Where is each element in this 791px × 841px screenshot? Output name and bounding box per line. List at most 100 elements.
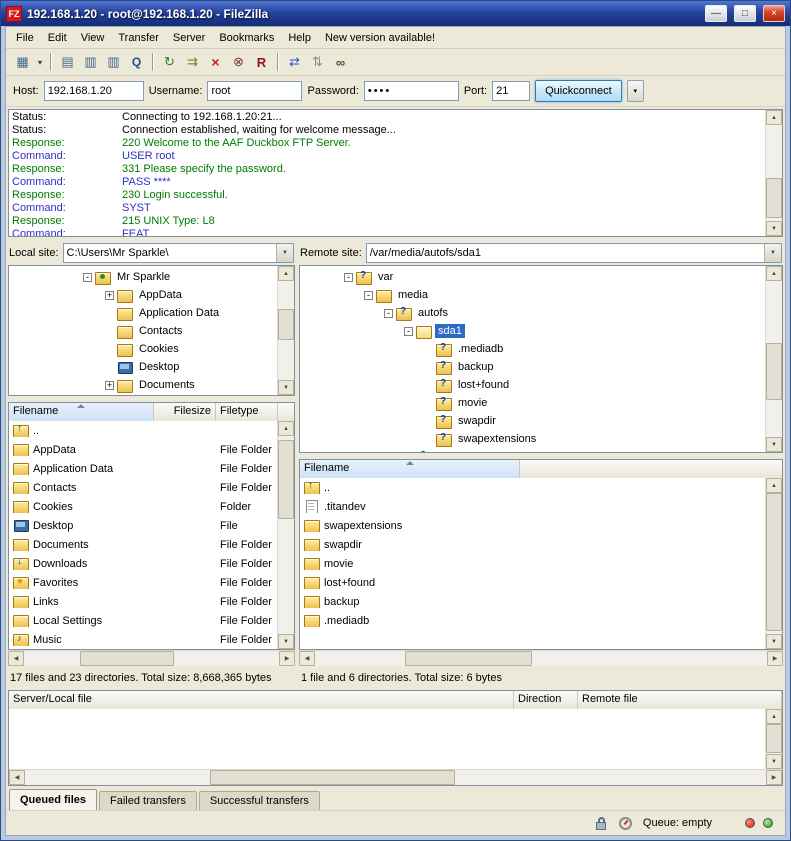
tree-item[interactable]: dvd: [300, 448, 782, 453]
queue-toggle-icon[interactable]: Q: [125, 51, 148, 73]
file-row[interactable]: CookiesFolder: [9, 497, 294, 516]
port-input[interactable]: [492, 81, 530, 101]
queue-scrollbar[interactable]: ▲ ▼: [765, 709, 782, 769]
file-row[interactable]: MusicFile Folder: [9, 630, 294, 649]
scroll-thumb[interactable]: [405, 651, 532, 666]
password-input[interactable]: [364, 81, 459, 101]
file-row[interactable]: DownloadsFile Folder: [9, 554, 294, 573]
site-manager-icon[interactable]: ▦: [11, 51, 34, 73]
scroll-down-icon[interactable]: ▼: [278, 380, 294, 395]
quickconnect-button[interactable]: Quickconnect: [535, 80, 622, 102]
message-log-toggle-icon[interactable]: ▤: [56, 51, 79, 73]
scroll-thumb[interactable]: [766, 493, 782, 631]
column-header-direction[interactable]: Direction: [514, 691, 578, 709]
synchronized-browsing-icon[interactable]: ⇅: [306, 51, 329, 73]
menu-server[interactable]: Server: [166, 29, 212, 47]
remote-tree-toggle-icon[interactable]: ▥: [102, 51, 125, 73]
directory-comparison-icon[interactable]: ⇄: [283, 51, 306, 73]
file-row[interactable]: Local SettingsFile Folder: [9, 611, 294, 630]
scroll-right-icon[interactable]: ▶: [766, 770, 782, 785]
scroll-right-icon[interactable]: ▶: [279, 651, 295, 666]
local-site-combo[interactable]: C:\Users\Mr Sparkle\ ▼: [63, 243, 294, 263]
file-row[interactable]: movie: [300, 554, 782, 573]
scroll-up-icon[interactable]: ▲: [766, 709, 782, 724]
expander-icon[interactable]: -: [364, 291, 373, 300]
column-header-filesize[interactable]: Filesize: [154, 403, 216, 421]
column-header-server-local-file[interactable]: Server/Local file: [9, 691, 514, 709]
file-row[interactable]: ContactsFile Folder: [9, 478, 294, 497]
expander-icon[interactable]: +: [105, 291, 114, 300]
log-scrollbar[interactable]: ▲ ▼: [765, 110, 782, 236]
expander-icon[interactable]: -: [83, 273, 92, 282]
process-queue-icon[interactable]: ⇉: [181, 51, 204, 73]
scroll-down-icon[interactable]: ▼: [766, 221, 782, 236]
scroll-down-icon[interactable]: ▼: [766, 634, 782, 649]
scroll-up-icon[interactable]: ▲: [278, 421, 294, 436]
host-input[interactable]: [44, 81, 144, 101]
tree-item[interactable]: swapdir: [300, 412, 782, 430]
username-input[interactable]: [207, 81, 302, 101]
scroll-right-icon[interactable]: ▶: [767, 651, 783, 666]
tab-failed-transfers[interactable]: Failed transfers: [99, 791, 197, 810]
scroll-track[interactable]: [278, 436, 294, 634]
tree-item[interactable]: lost+found: [300, 376, 782, 394]
column-header-remote-file[interactable]: Remote file: [578, 691, 782, 709]
tree-item[interactable]: movie: [300, 394, 782, 412]
scroll-thumb[interactable]: [766, 724, 782, 753]
remote-list-scrollbar[interactable]: ▲ ▼: [765, 478, 782, 649]
menu-help[interactable]: Help: [281, 29, 318, 47]
scroll-thumb[interactable]: [80, 651, 174, 666]
scroll-thumb[interactable]: [766, 178, 782, 218]
reconnect-icon[interactable]: R: [250, 51, 273, 73]
local-list-scrollbar[interactable]: ▲ ▼: [277, 421, 294, 649]
tree-item[interactable]: -Mr Sparkle: [9, 268, 294, 286]
scroll-up-icon[interactable]: ▲: [766, 478, 782, 493]
quickconnect-dropdown-icon[interactable]: ▾: [627, 80, 644, 102]
tab-successful-transfers[interactable]: Successful transfers: [199, 791, 320, 810]
scroll-track[interactable]: [278, 281, 294, 380]
menu-view[interactable]: View: [74, 29, 112, 47]
scroll-down-icon[interactable]: ▼: [766, 754, 782, 769]
column-header-filename[interactable]: Filename: [300, 460, 520, 478]
file-row[interactable]: Application DataFile Folder: [9, 459, 294, 478]
file-row[interactable]: ..: [9, 421, 294, 440]
site-manager-dropdown-icon[interactable]: ▾: [34, 51, 46, 73]
find-files-icon[interactable]: ∞: [329, 51, 352, 73]
scroll-track[interactable]: [766, 125, 782, 221]
file-row[interactable]: swapdir: [300, 535, 782, 554]
minimize-button[interactable]: —: [705, 5, 727, 22]
expander-icon[interactable]: +: [105, 381, 114, 390]
maximize-button[interactable]: □: [734, 5, 756, 22]
expander-icon[interactable]: -: [384, 309, 393, 318]
tree-item[interactable]: Contacts: [9, 322, 294, 340]
expander-icon[interactable]: -: [344, 273, 353, 282]
scroll-left-icon[interactable]: ◀: [299, 651, 315, 666]
tree-item[interactable]: Downloads: [9, 394, 294, 396]
expander-icon[interactable]: -: [404, 327, 413, 336]
tree-item[interactable]: .mediadb: [300, 340, 782, 358]
combo-arrow-icon[interactable]: ▼: [276, 244, 293, 262]
scroll-thumb[interactable]: [210, 770, 455, 785]
remote-tree-scrollbar[interactable]: ▲ ▼: [765, 266, 782, 452]
scroll-thumb[interactable]: [766, 343, 782, 399]
scroll-up-icon[interactable]: ▲: [278, 266, 294, 281]
scroll-track[interactable]: [766, 724, 782, 754]
file-row[interactable]: DocumentsFile Folder: [9, 535, 294, 554]
scroll-track[interactable]: [24, 651, 279, 666]
tree-item[interactable]: backup: [300, 358, 782, 376]
scroll-left-icon[interactable]: ◀: [8, 651, 24, 666]
scroll-track[interactable]: [25, 770, 766, 785]
file-row[interactable]: .mediadb: [300, 611, 782, 630]
tree-item[interactable]: +AppData: [9, 286, 294, 304]
scroll-up-icon[interactable]: ▲: [766, 266, 782, 281]
speed-limits-icon[interactable]: [618, 816, 634, 831]
file-row[interactable]: DesktopFile: [9, 516, 294, 535]
menu-new-version[interactable]: New version available!: [318, 29, 442, 47]
tree-item[interactable]: Desktop: [9, 358, 294, 376]
tree-item[interactable]: swapextensions: [300, 430, 782, 448]
tree-item[interactable]: +Documents: [9, 376, 294, 394]
file-row[interactable]: lost+found: [300, 573, 782, 592]
scroll-track[interactable]: [766, 493, 782, 634]
local-tree-scrollbar[interactable]: ▲ ▼: [277, 266, 294, 395]
file-row[interactable]: swapextensions: [300, 516, 782, 535]
